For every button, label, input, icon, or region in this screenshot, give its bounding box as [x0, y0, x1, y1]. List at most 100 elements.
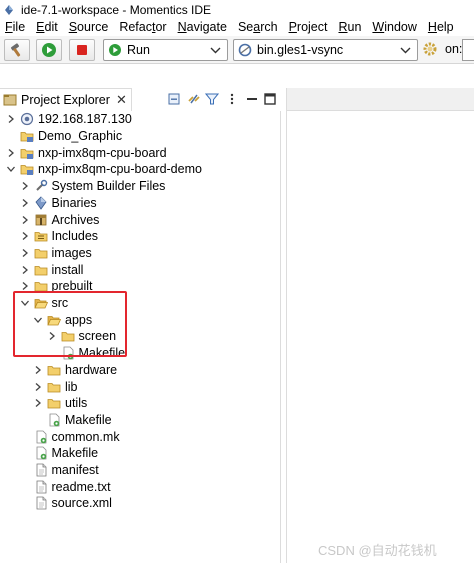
close-icon[interactable]: ✕ — [116, 92, 127, 108]
tree-item-label: Demo_Graphic — [38, 129, 123, 144]
file-icon — [34, 463, 48, 477]
tree-item-label: readme.txt — [51, 479, 111, 494]
chevron-right-icon[interactable] — [19, 230, 31, 242]
tree-item[interactable]: common.mk — [19, 428, 120, 445]
tree-item[interactable]: readme.txt — [19, 478, 111, 495]
project-explorer-icon — [3, 94, 17, 106]
launch-mode-value: Run — [127, 43, 150, 57]
play-icon — [42, 43, 56, 57]
tree-item-label: nxp-imx8qm-cpu-board-demo — [38, 162, 202, 177]
chevron-right-icon[interactable] — [32, 364, 44, 376]
tree-item-label: source.xml — [51, 496, 112, 511]
tree-item-label: Makefile — [65, 412, 112, 427]
menu-help[interactable]: Help — [423, 19, 460, 36]
folder-icon — [47, 363, 61, 377]
maximize-view-button[interactable] — [262, 91, 278, 107]
tree-item-label: utils — [65, 396, 88, 411]
menu-source[interactable]: Source — [64, 19, 115, 36]
tree-item[interactable]: hardware — [32, 362, 117, 379]
launch-target-select[interactable] — [462, 39, 474, 61]
chevron-right-icon[interactable] — [32, 397, 44, 409]
tree-item[interactable]: System Builder Files — [19, 178, 166, 195]
menu-run[interactable]: Run — [333, 19, 367, 36]
gear-icon[interactable] — [422, 41, 438, 57]
menu-edit[interactable]: Edit — [31, 19, 64, 36]
chevron-right-icon[interactable] — [32, 381, 44, 393]
tree-item[interactable]: install — [19, 261, 83, 278]
tree-item[interactable]: Makefile — [32, 412, 112, 429]
folder-icon — [47, 380, 61, 394]
editor-area — [286, 88, 474, 563]
highlight-annotation — [13, 291, 127, 357]
tree-item[interactable]: images — [19, 245, 92, 262]
menu-window[interactable]: Window — [367, 19, 422, 36]
project-icon — [20, 129, 34, 143]
tree-item[interactable]: Demo_Graphic — [5, 128, 122, 145]
collapse-all-icon — [168, 93, 180, 105]
minimize-icon — [247, 98, 257, 100]
tree-item[interactable]: Includes — [19, 228, 99, 245]
tree-item[interactable]: manifest — [19, 462, 99, 479]
tree-item-label: System Builder Files — [51, 179, 166, 194]
launch-mode-select[interactable]: Run — [103, 39, 228, 61]
chevron-right-icon[interactable] — [19, 197, 31, 209]
tree-item[interactable]: nxp-imx8qm-cpu-board — [5, 144, 167, 161]
tree-item[interactable]: Binaries — [19, 195, 97, 212]
minimize-view-button[interactable] — [244, 91, 260, 107]
window-title: ide-7.1-workspace - Momentics IDE — [21, 2, 212, 17]
chevron-right-icon[interactable] — [19, 247, 31, 259]
file-icon — [34, 496, 48, 510]
filter-button[interactable] — [204, 91, 220, 107]
launch-config-select[interactable]: bin.gles1-vsync — [233, 39, 418, 61]
chevron-down-icon[interactable] — [5, 163, 17, 175]
editor-area-header — [287, 88, 474, 111]
chevron-right-icon[interactable] — [5, 113, 17, 125]
chevron-right-icon[interactable] — [19, 264, 31, 276]
link-icon — [188, 94, 200, 104]
tab-project-explorer[interactable]: Project Explorer ✕ — [0, 88, 132, 111]
tree-item-label: nxp-imx8qm-cpu-board — [38, 145, 167, 160]
tree-item[interactable]: 192.168.187.130 — [5, 111, 132, 128]
tree-item[interactable]: Makefile — [19, 445, 99, 462]
chevron-right-icon[interactable] — [19, 180, 31, 192]
hammer-icon — [10, 43, 21, 57]
build-button[interactable] — [4, 39, 30, 61]
config-icon — [238, 43, 252, 57]
makefile-icon — [47, 413, 61, 427]
makefile-icon — [34, 446, 48, 460]
view-menu-button[interactable] — [224, 91, 240, 107]
tree-item[interactable]: nxp-imx8qm-cpu-board-demo — [5, 161, 202, 178]
tree-item[interactable]: source.xml — [19, 495, 112, 512]
tree-item-label: Makefile — [51, 446, 99, 461]
watermark: CSDN @自动花钱机 — [318, 543, 437, 558]
chevron-right-icon[interactable] — [19, 214, 31, 226]
tree-item[interactable]: lib — [32, 378, 78, 395]
tree-item-label: 192.168.187.130 — [38, 112, 132, 127]
chevron-right-icon[interactable] — [5, 147, 17, 159]
maximize-icon — [264, 93, 276, 105]
run-mode-icon — [109, 44, 121, 56]
tree-item-label: Binaries — [51, 195, 97, 210]
tree-item-label: lib — [65, 379, 78, 394]
menu-refactor[interactable]: Refactor — [114, 19, 172, 36]
tree-item-label: hardware — [65, 362, 118, 377]
stop-button[interactable] — [69, 39, 95, 61]
launch-button[interactable] — [36, 39, 62, 61]
makefile-icon — [34, 430, 48, 444]
tree-item-label: Includes — [51, 229, 99, 244]
tree-item[interactable]: Archives — [19, 211, 99, 228]
menu-search[interactable]: Search — [233, 19, 284, 36]
binaries-icon — [34, 196, 48, 210]
menu-navigate[interactable]: Navigate — [173, 19, 233, 36]
link-with-editor-button[interactable] — [186, 91, 202, 107]
collapse-all-button[interactable] — [166, 91, 182, 107]
menu-file[interactable]: File — [0, 19, 31, 36]
menu-project[interactable]: Project — [284, 19, 334, 36]
project-icon — [20, 162, 34, 176]
momentics-logo-icon — [5, 4, 13, 15]
tree-item[interactable]: utils — [32, 395, 87, 412]
project-explorer-header: Project Explorer ✕ — [0, 88, 281, 111]
